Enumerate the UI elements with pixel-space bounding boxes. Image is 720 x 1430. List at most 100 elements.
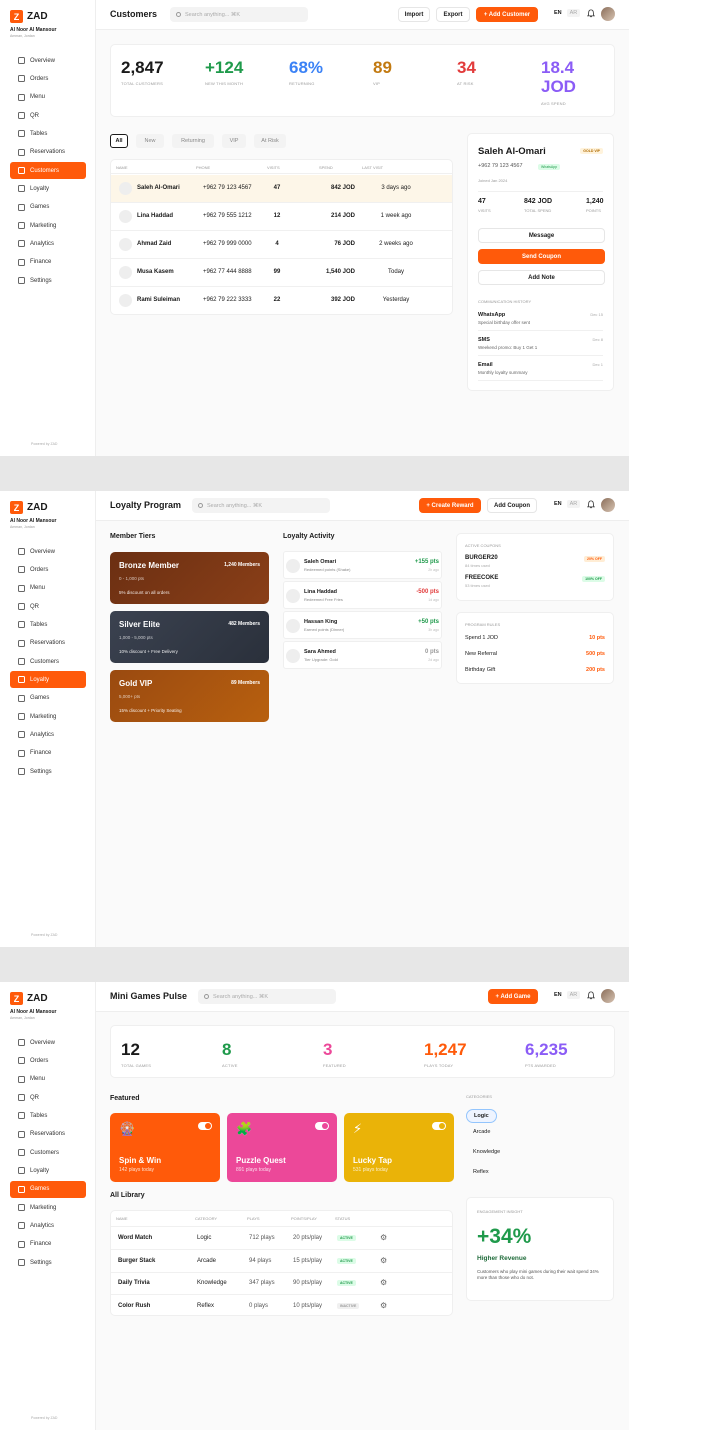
sidebar-item-tables[interactable]: Tables <box>10 125 86 142</box>
message-button[interactable]: Message <box>478 228 605 243</box>
table-row[interactable]: Lina Haddad +962 79 555 1212 12 214 JOD 1 we… <box>111 203 452 231</box>
sidebar-item-loyalty[interactable]: Loyalty <box>10 671 86 689</box>
send-coupon-button[interactable]: Send Coupon <box>478 249 605 264</box>
filter-vip[interactable]: VIP <box>222 134 246 148</box>
sidebar-item-reservations[interactable]: Reservations <box>10 1126 86 1143</box>
brand[interactable]: Z ZAD <box>10 10 48 23</box>
activity-item[interactable]: Sara Ahmed Tier Upgrade: Gold 0 pts 2d ago <box>283 641 442 669</box>
filter-new[interactable]: New <box>136 134 164 148</box>
table-row[interactable]: Burger Stack Arcade 94 plays 15 pts/play ACT… <box>111 1251 452 1273</box>
sidebar-item-orders[interactable]: Orders <box>10 70 86 87</box>
lang-ar[interactable]: AR <box>566 991 581 999</box>
category-logic[interactable]: Logic <box>466 1109 497 1123</box>
sidebar-item-marketing[interactable]: Marketing <box>10 708 86 725</box>
sidebar-item-customers[interactable]: Customers <box>10 653 86 670</box>
brand[interactable]: Z ZAD <box>10 501 48 514</box>
sidebar-item-finance[interactable]: Finance <box>10 745 86 762</box>
table-row[interactable]: Saleh Al-Omari +962 79 123 4567 47 842 JOD 3… <box>111 175 452 203</box>
sidebar-item-orders[interactable]: Orders <box>10 561 86 578</box>
lang-en[interactable]: EN <box>551 9 565 17</box>
gear-icon[interactable]: ⚙ <box>380 1256 387 1265</box>
history-item[interactable]: SMS Weekend promo: Buy 1 Get 1 Dec 8 <box>478 334 603 356</box>
lang-en[interactable]: EN <box>551 500 565 508</box>
create-reward-button[interactable]: + Create Reward <box>419 498 481 513</box>
sidebar-item-menu[interactable]: Menu <box>10 1071 86 1088</box>
bell-icon[interactable] <box>587 991 595 1000</box>
sidebar-item-settings[interactable]: Settings <box>10 763 86 780</box>
sidebar-item-overview[interactable]: Overview <box>10 543 86 560</box>
sidebar-item-reservations[interactable]: Reservations <box>10 635 86 652</box>
category-knowledge[interactable]: Knowledge <box>473 1149 500 1155</box>
tier-card[interactable]: Silver Elite 482 Members 1,000 - 5,000 pts… <box>110 611 269 663</box>
avatar[interactable] <box>601 989 615 1003</box>
sidebar-item-settings[interactable]: Settings <box>10 1254 86 1271</box>
export-button[interactable]: Export <box>436 7 470 22</box>
sidebar-item-analytics[interactable]: Analytics <box>10 726 86 743</box>
lang-ar[interactable]: AR <box>566 500 581 508</box>
gear-icon[interactable]: ⚙ <box>380 1301 387 1310</box>
filter-all[interactable]: All <box>110 134 128 148</box>
sidebar-item-reservations[interactable]: Reservations <box>10 144 86 161</box>
activity-item[interactable]: Lina Haddad Redeemed Free Fries -500 pts 1d… <box>283 581 442 609</box>
bell-icon[interactable] <box>587 9 595 18</box>
activity-item[interactable]: Hassan King Earned points (Dinner) +50 pts… <box>283 611 442 639</box>
add-customer-button[interactable]: + Add Customer <box>476 7 538 22</box>
table-row[interactable]: Musa Kasem +962 77 444 8888 99 1,540 JOD Tod… <box>111 259 452 287</box>
lang-ar[interactable]: AR <box>566 9 581 17</box>
add-note-button[interactable]: Add Note <box>478 270 605 285</box>
sidebar-item-games[interactable]: Games <box>10 690 86 707</box>
sidebar-item-finance[interactable]: Finance <box>10 254 86 271</box>
table-row[interactable]: Rami Suleiman +962 79 222 3333 22 392 JOD Ye… <box>111 287 452 314</box>
bell-icon[interactable] <box>587 500 595 509</box>
avatar[interactable] <box>601 498 615 512</box>
featured-game-card[interactable]: 🎡 Spin & Win 142 plays today <box>110 1113 220 1182</box>
filter-returning[interactable]: Returning <box>172 134 214 148</box>
sidebar-item-tables[interactable]: Tables <box>10 616 86 633</box>
lang-en[interactable]: EN <box>551 991 565 999</box>
sidebar-item-customers[interactable]: Customers <box>10 162 86 180</box>
sidebar-item-finance[interactable]: Finance <box>10 1236 86 1253</box>
table-row[interactable]: Daily Trivia Knowledge 347 plays 90 pts/pla… <box>111 1273 452 1295</box>
search-input[interactable]: Search anything... ⌘K <box>170 7 308 22</box>
sidebar-item-tables[interactable]: Tables <box>10 1107 86 1124</box>
import-button[interactable]: Import <box>398 7 430 22</box>
category-reflex[interactable]: Reflex <box>473 1169 489 1175</box>
history-item[interactable]: Email Monthly loyalty summary Dec 1 <box>478 359 603 381</box>
filter-at-risk[interactable]: At Risk <box>254 134 286 148</box>
sidebar-item-games[interactable]: Games <box>10 1180 86 1198</box>
search-input[interactable]: Search anything... ⌘K <box>198 989 336 1004</box>
sidebar-item-qr[interactable]: QR <box>10 1089 86 1106</box>
sidebar-item-qr[interactable]: QR <box>10 598 86 615</box>
sidebar-item-overview[interactable]: Overview <box>10 1034 86 1051</box>
feature-toggle[interactable] <box>432 1122 446 1130</box>
coupon-code[interactable]: FREECOKE <box>465 575 498 581</box>
sidebar-item-overview[interactable]: Overview <box>10 52 86 69</box>
table-row[interactable]: Color Rush Reflex 0 plays 10 pts/play INACTI… <box>111 1296 452 1316</box>
sidebar-item-customers[interactable]: Customers <box>10 1144 86 1161</box>
feature-toggle[interactable] <box>198 1122 212 1130</box>
featured-game-card[interactable]: ⚡ Lucky Tap 531 plays today <box>344 1113 454 1182</box>
sidebar-item-settings[interactable]: Settings <box>10 272 86 289</box>
search-input[interactable]: Search anything... ⌘K <box>192 498 330 513</box>
coupon-code[interactable]: BURGER20 <box>465 555 498 561</box>
tier-card[interactable]: Bronze Member 1,240 Members 0 - 1,000 pts 5… <box>110 552 269 604</box>
tier-card[interactable]: Gold VIP 89 Members 5,000+ pts 15% discount… <box>110 670 269 722</box>
brand[interactable]: Z ZAD <box>10 992 48 1005</box>
language-switch[interactable]: EN AR <box>551 9 581 17</box>
sidebar-item-menu[interactable]: Menu <box>10 89 86 106</box>
featured-game-card[interactable]: 🧩 Puzzle Quest 891 plays today <box>227 1113 337 1182</box>
language-switch[interactable]: EN AR <box>551 991 581 999</box>
sidebar-item-analytics[interactable]: Analytics <box>10 1217 86 1234</box>
language-switch[interactable]: EN AR <box>551 500 581 508</box>
sidebar-item-games[interactable]: Games <box>10 199 86 216</box>
category-arcade[interactable]: Arcade <box>473 1129 490 1135</box>
table-row[interactable]: Word Match Logic 712 plays 20 pts/play ACTIV… <box>111 1228 452 1250</box>
sidebar-item-loyalty[interactable]: Loyalty <box>10 1162 86 1179</box>
sidebar-item-orders[interactable]: Orders <box>10 1052 86 1069</box>
history-item[interactable]: WhatsApp Special birthday offer sent Dec 1… <box>478 309 603 331</box>
sidebar-item-qr[interactable]: QR <box>10 107 86 124</box>
sidebar-item-analytics[interactable]: Analytics <box>10 235 86 252</box>
add-game-button[interactable]: + Add Game <box>488 989 538 1004</box>
table-row[interactable]: Ahmad Zaid +962 79 999 0000 4 76 JOD 2 weeks… <box>111 231 452 259</box>
sidebar-item-menu[interactable]: Menu <box>10 580 86 597</box>
